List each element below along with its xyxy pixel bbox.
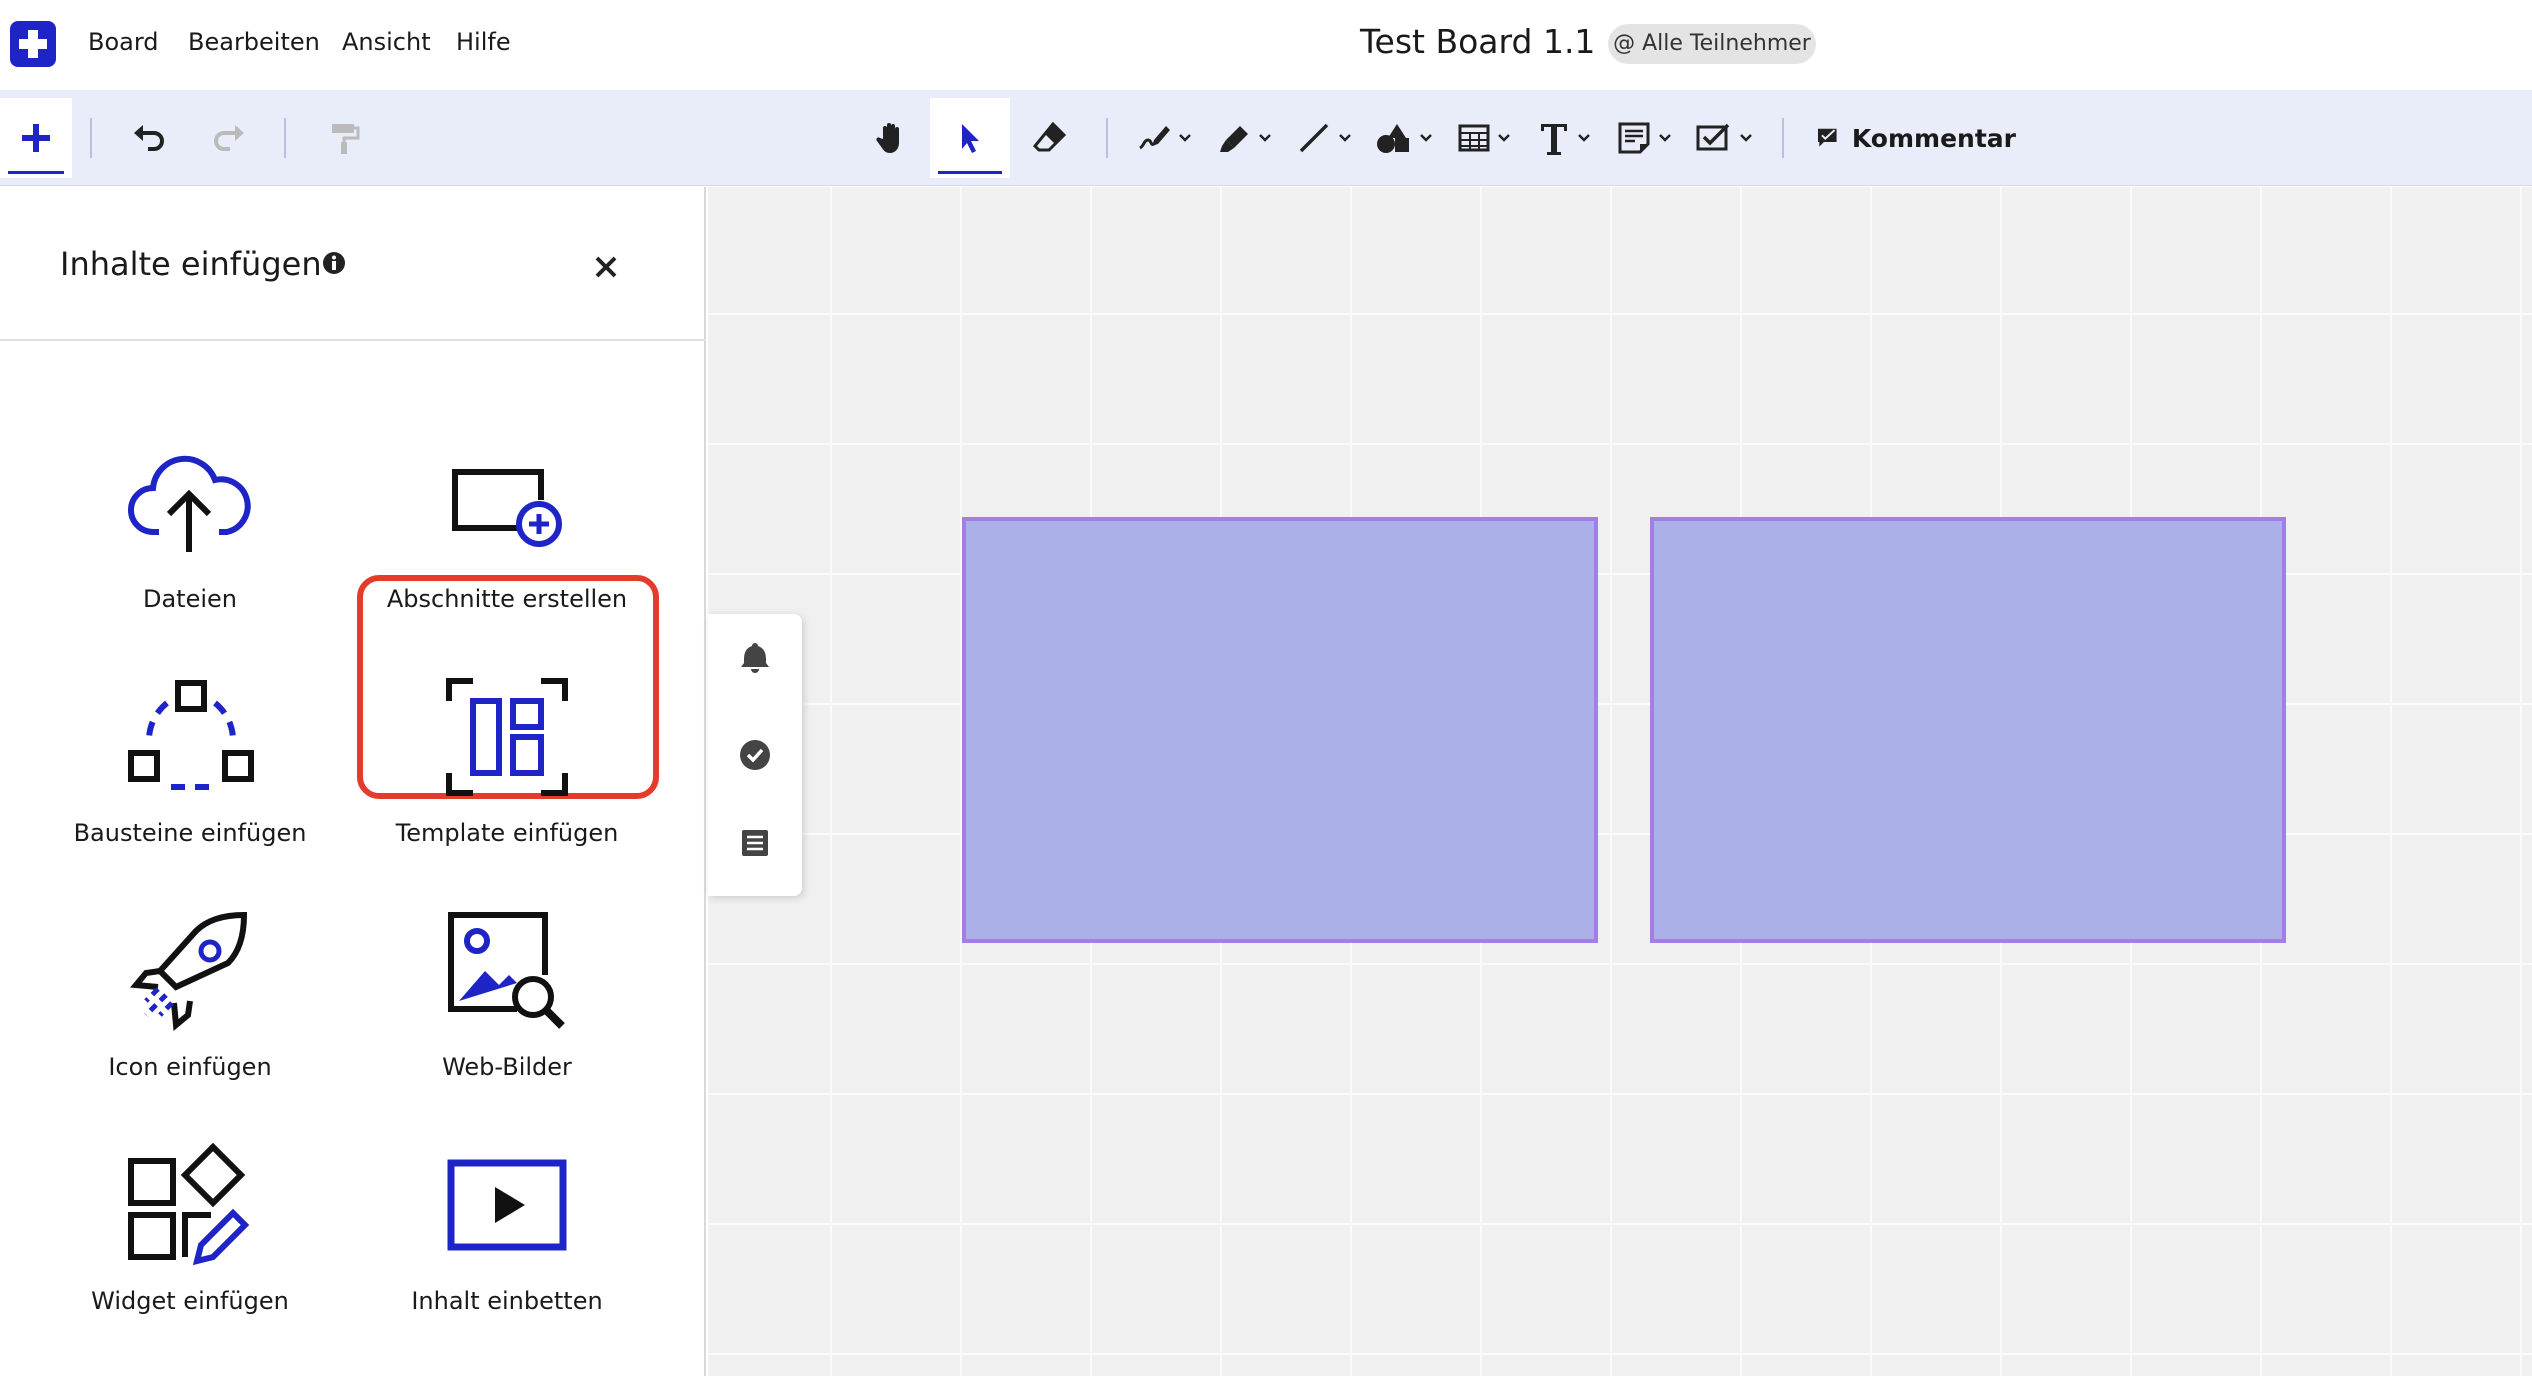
chevron-down-icon: [1179, 134, 1191, 142]
insert-content-panel: Inhalte einfügen Dateien Abschnitte erst…: [0, 187, 706, 1376]
sticky-note-icon: [1618, 122, 1650, 154]
participants-badge[interactable]: @ Alle Teilnehmer: [1608, 24, 1816, 64]
tile-template-einfuegen[interactable]: Template einfügen: [357, 657, 657, 877]
notes-list-button[interactable]: [732, 820, 778, 866]
highlighter-icon: [1220, 126, 1248, 152]
tile-label: Widget einfügen: [91, 1287, 289, 1315]
comment-label: Kommentar: [1851, 123, 2016, 153]
chevron-down-icon: [1339, 134, 1351, 142]
menu-bearbeiten[interactable]: Bearbeiten: [188, 28, 320, 56]
chevron-down-icon: [1740, 134, 1752, 142]
line-tool-button[interactable]: [1288, 98, 1360, 178]
comment-check-icon: [1817, 128, 1837, 147]
tile-widget-einfuegen[interactable]: Widget einfügen: [40, 1125, 340, 1345]
sticky-note-tool-button[interactable]: [1608, 98, 1680, 178]
chevron-down-icon: [1578, 134, 1590, 142]
side-action-strip: [708, 614, 802, 896]
rocket-icon: [130, 911, 248, 1031]
select-tool-button[interactable]: [930, 98, 1010, 178]
tile-label: Web-Bilder: [442, 1053, 572, 1081]
eraser-icon: [1032, 121, 1067, 152]
building-blocks-icon: [128, 680, 254, 790]
highlighter-tool-button[interactable]: [1208, 98, 1280, 178]
redo-icon: [214, 125, 244, 151]
cloud-upload-icon: [128, 455, 251, 552]
panel-title: Inhalte einfügen: [60, 245, 322, 283]
widget-icon: [128, 1143, 250, 1266]
pen-draw-icon: [1139, 126, 1170, 150]
tile-label: Dateien: [142, 585, 237, 613]
close-panel-button[interactable]: [588, 249, 624, 285]
tile-web-bilder[interactable]: Web-Bilder: [357, 891, 657, 1111]
toolbar-divider: [284, 118, 286, 158]
bell-icon: [741, 643, 769, 673]
tile-icon-einfuegen[interactable]: Icon einfügen: [40, 891, 340, 1111]
tile-bausteine-einfuegen[interactable]: Bausteine einfügen: [40, 657, 340, 877]
vote-check-icon: [1696, 123, 1730, 151]
tile-label: Abschnitte erstellen: [386, 585, 628, 613]
undo-button[interactable]: [120, 98, 176, 178]
pen-tool-button[interactable]: [1128, 98, 1200, 178]
active-underline: [8, 171, 64, 174]
toolbar-divider: [1106, 118, 1108, 158]
text-tool-button[interactable]: [1528, 98, 1600, 178]
text-icon: [1541, 124, 1567, 155]
chevron-down-icon: [1259, 134, 1271, 142]
toolbar: Kommentar: [0, 90, 2532, 186]
format-painter-button[interactable]: [316, 98, 372, 178]
table-icon: [1458, 124, 1490, 152]
comment-button[interactable]: Kommentar: [1816, 98, 2016, 178]
chevron-down-icon: [1498, 134, 1510, 142]
tile-label: Template einfügen: [395, 819, 619, 847]
eraser-tool-button[interactable]: [1022, 98, 1078, 178]
tasks-button[interactable]: [732, 732, 778, 778]
tile-label: Inhalt einbetten: [411, 1287, 603, 1315]
paint-roller-icon: [332, 124, 360, 154]
active-underline: [938, 171, 1002, 174]
tile-dateien[interactable]: Dateien: [40, 423, 340, 643]
insert-button[interactable]: [0, 98, 72, 178]
board-title[interactable]: Test Board 1.1: [1360, 22, 1595, 61]
menu-hilfe[interactable]: Hilfe: [456, 28, 511, 56]
embed-play-icon: [447, 1159, 567, 1251]
hand-icon: [876, 123, 899, 153]
plus-icon: [22, 124, 50, 152]
hand-tool-button[interactable]: [864, 98, 920, 178]
section-frame-1[interactable]: [962, 517, 1598, 943]
tile-abschnitte-erstellen[interactable]: Abschnitte erstellen: [357, 423, 657, 643]
board-canvas[interactable]: [708, 187, 2532, 1376]
info-icon[interactable]: [322, 251, 346, 275]
panel-divider: [0, 339, 706, 341]
app-logo-icon[interactable]: [10, 21, 56, 67]
menu-bar: Board Bearbeiten Ansicht Hilfe Test Boar…: [0, 0, 2532, 90]
section-frame-2[interactable]: [1650, 517, 2286, 943]
redo-button[interactable]: [202, 98, 258, 178]
check-circle-icon: [740, 740, 770, 770]
toolbar-divider: [90, 118, 92, 158]
cursor-arrow-icon: [962, 124, 979, 153]
table-tool-button[interactable]: [1448, 98, 1520, 178]
close-icon: [595, 256, 617, 278]
template-icon: [446, 678, 568, 796]
tile-label: Icon einfügen: [108, 1053, 272, 1081]
shapes-icon: [1377, 124, 1409, 153]
chevron-down-icon: [1659, 134, 1671, 142]
shapes-tool-button[interactable]: [1368, 98, 1440, 178]
undo-icon: [134, 125, 164, 151]
tile-inhalt-einbetten[interactable]: Inhalt einbetten: [357, 1125, 657, 1345]
chevron-down-icon: [1420, 134, 1432, 142]
toolbar-divider: [1782, 118, 1784, 158]
image-search-icon: [448, 912, 565, 1029]
notifications-button[interactable]: [732, 634, 778, 680]
menu-board[interactable]: Board: [88, 28, 159, 56]
menu-ansicht[interactable]: Ansicht: [342, 28, 431, 56]
line-icon: [1299, 123, 1329, 153]
list-icon: [742, 830, 768, 856]
vote-tool-button[interactable]: [1688, 98, 1760, 178]
section-add-icon: [452, 469, 562, 547]
tile-label: Bausteine einfügen: [73, 819, 307, 847]
